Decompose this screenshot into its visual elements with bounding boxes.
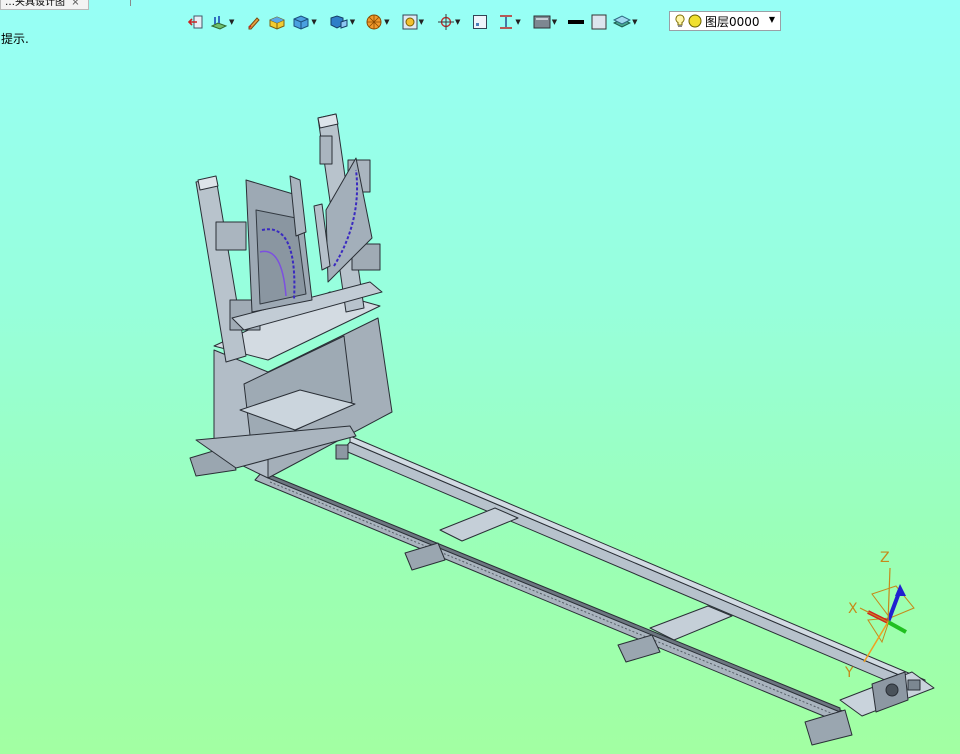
model-viewport[interactable]: Z X Y xyxy=(0,0,960,754)
cross-member-1 xyxy=(439,507,519,542)
left-column xyxy=(195,177,247,363)
foot-1 xyxy=(404,542,446,571)
axis-z-label: Z xyxy=(880,550,890,566)
foot-3 xyxy=(804,709,853,746)
axis-y-label: Y xyxy=(844,665,854,681)
rail-beam-front xyxy=(254,471,846,723)
axis-x-label: X xyxy=(848,601,858,617)
foot-2 xyxy=(617,634,661,663)
rack-strip xyxy=(267,473,841,713)
